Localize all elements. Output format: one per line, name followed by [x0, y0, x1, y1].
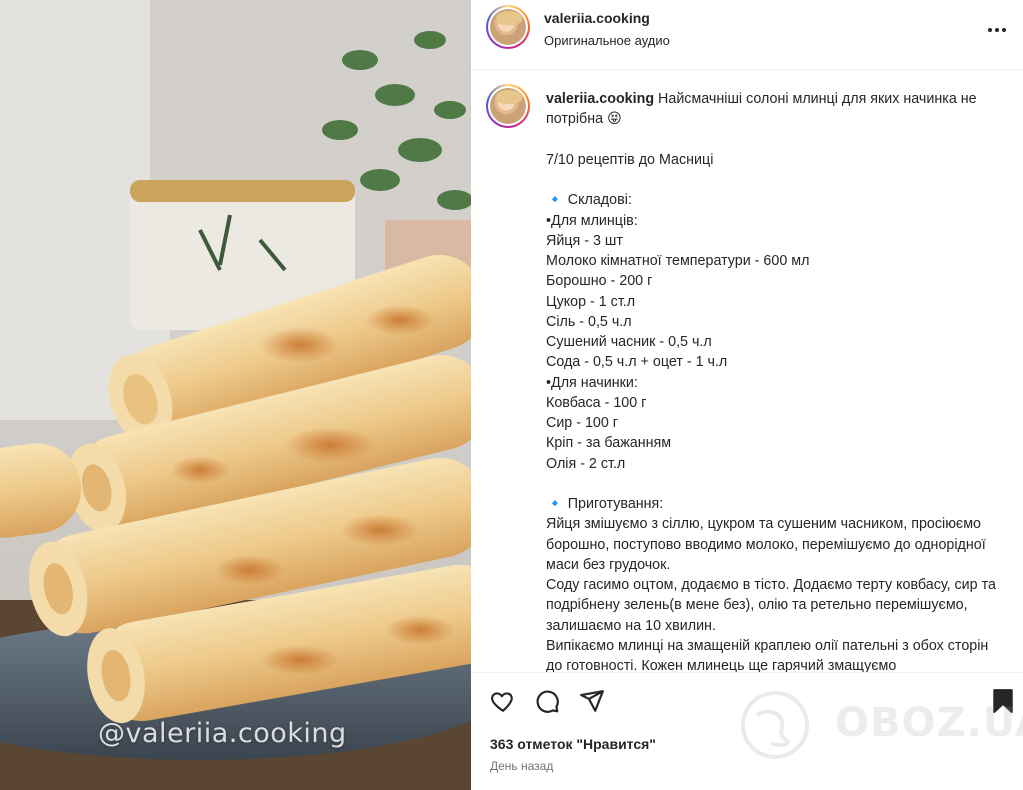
post-details-panel: valeriia.cooking Оригинальное аудио vale… [471, 0, 1023, 790]
heart-icon[interactable] [490, 688, 516, 714]
author-avatar[interactable] [486, 5, 530, 49]
caption-text: valeriia.cooking Найсмачніші солоні млин… [546, 89, 998, 672]
post-header: valeriia.cooking Оригинальное аудио [471, 0, 1023, 70]
caption-body: Найсмачніші солоні млинці для яких начин… [546, 91, 996, 672]
comment-icon[interactable] [534, 688, 560, 714]
more-options-icon[interactable] [985, 18, 1009, 42]
video-watermark: @valeriia.cooking [98, 718, 347, 749]
post-media-video[interactable]: @valeriia.cooking [0, 0, 471, 790]
pancake-rolls-photo [0, 0, 471, 790]
caption-username[interactable]: valeriia.cooking [546, 91, 654, 107]
audio-label[interactable]: Оригинальное аудио [544, 33, 670, 48]
caption-author-avatar[interactable] [486, 84, 530, 128]
post-actions-bar: 363 отметок "Нравится" День назад [471, 672, 1023, 790]
author-username[interactable]: valeriia.cooking [544, 10, 650, 26]
bookmark-icon[interactable] [990, 688, 1016, 714]
likes-count[interactable]: 363 отметок "Нравится" [490, 736, 656, 752]
send-icon[interactable] [579, 688, 605, 714]
caption-scroll-area[interactable]: valeriia.cooking Найсмачніші солоні млин… [471, 71, 1023, 672]
post-timestamp[interactable]: День назад [490, 759, 553, 773]
